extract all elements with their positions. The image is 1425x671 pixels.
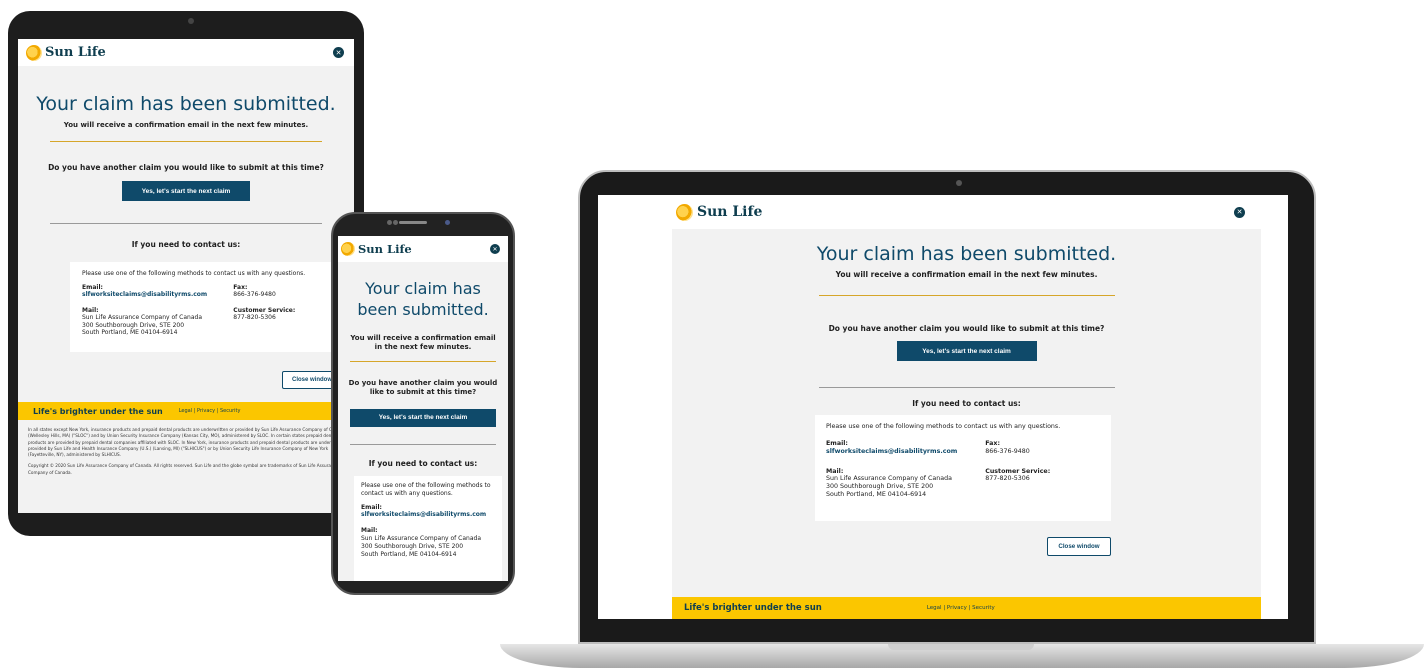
contact-heading: If you need to contact us: [912, 399, 1021, 408]
logo-text: Sun Life [697, 204, 763, 220]
customer-service-label: Customer Service: [985, 467, 1051, 475]
phone-sensor [387, 220, 392, 225]
laptop-base [500, 644, 1424, 668]
customer-service-value: 877-820-5306 [985, 475, 1030, 483]
divider [818, 387, 1115, 388]
laptop-camera [956, 180, 962, 186]
confirmation-section: Your claim has been submitted. You will … [672, 229, 1261, 408]
fax-label: Fax: [233, 283, 248, 291]
sun-life-logo[interactable]: Sun Life [26, 44, 106, 61]
sun-globe-icon [676, 203, 693, 221]
header: Sun Life ✕ [338, 236, 508, 262]
fax-value: 866-376-9480 [233, 291, 276, 298]
customer-service-value: 877-820-5306 [233, 314, 276, 321]
header: Sun Life ✕ [672, 195, 1261, 229]
mail-line: South Portland, ME 04104-6914 [82, 329, 178, 336]
email-link[interactable]: slfworksiteclaims@disabilityrms.com [361, 511, 495, 519]
customer-service-label: Customer Service: [233, 306, 296, 314]
confirmation-section: Your claim has been submitted. You will … [18, 66, 354, 406]
divider [818, 295, 1115, 296]
confirmation-subtitle: You will receive a confirmation email in… [350, 333, 496, 351]
contact-card: Please use one of the following methods … [354, 476, 502, 581]
phone-device: Sun Life ✕ Your claim has been submitted… [331, 212, 515, 595]
mail-label: Mail: [826, 467, 844, 475]
footer-bar: Life's brighter under the sun Legal | Pr… [18, 402, 354, 420]
footer-bar: Life's brighter under the sun Legal | Pr… [672, 597, 1261, 619]
start-next-claim-button[interactable]: Yes, let's start the next claim [122, 181, 250, 201]
logo-text: Sun Life [358, 242, 412, 256]
phone-sensor [393, 220, 398, 225]
mail-line: South Portland, ME 04104-6914 [826, 491, 927, 499]
mail-line: 300 Southborough Drive, STE 200 [826, 483, 934, 491]
email-label: Email: [826, 439, 848, 447]
email-link[interactable]: slfworksiteclaims@disabilityrms.com [826, 448, 975, 456]
another-claim-question: Do you have another claim you would like… [348, 378, 498, 396]
page-title: Your claim has been submitted. [357, 279, 489, 319]
divider [350, 443, 496, 445]
contact-heading: If you need to contact us: [368, 458, 478, 468]
contact-intro: Please use one of the following methods … [361, 482, 491, 497]
email-link[interactable]: slfworksiteclaims@disabilityrms.com [82, 291, 223, 299]
page-title: Your claim has been submitted. [36, 93, 336, 115]
contact-intro: Please use one of the following methods … [82, 270, 306, 277]
divider [350, 360, 496, 362]
divider [50, 223, 322, 224]
close-icon[interactable]: ✕ [333, 47, 344, 58]
tablet-screen: Sun Life ✕ Your claim has been submitted… [18, 39, 354, 513]
fax-label: Fax: [985, 439, 1000, 447]
mail-line: Sun Life Assurance Company of Canada [82, 314, 203, 321]
contact-card: Please use one of the following methods … [815, 415, 1111, 521]
disclaimer-text: In all states except New York, insurance… [28, 427, 352, 458]
confirmation-section: Your claim has been submitted. You will … [338, 262, 508, 468]
tablet-device: Sun Life ✕ Your claim has been submitted… [8, 11, 364, 536]
divider [50, 141, 322, 142]
mail-line: Sun Life Assurance Company of Canada [826, 475, 952, 483]
close-window-button[interactable]: Close window [1047, 537, 1111, 556]
phone-screen: Sun Life ✕ Your claim has been submitted… [338, 236, 508, 581]
sun-life-logo[interactable]: Sun Life [676, 203, 763, 221]
footer-links[interactable]: Legal | Privacy | Security [927, 605, 995, 611]
logo-text: Sun Life [45, 45, 106, 60]
laptop-screen: Sun Life ✕ Your claim has been submitted… [598, 195, 1288, 619]
contact-heading: If you need to contact us: [131, 240, 241, 249]
close-icon[interactable]: ✕ [1234, 206, 1245, 218]
another-claim-question: Do you have another claim you would like… [828, 324, 1105, 333]
mail-line: 300 Southborough Drive, STE 200 [82, 321, 185, 329]
footer-tagline: Life's brighter under the sun [33, 406, 163, 416]
mail-label: Mail: [82, 306, 99, 314]
laptop-hinge-groove [888, 644, 1034, 650]
email-label: Email: [361, 503, 382, 511]
start-next-claim-button[interactable]: Yes, let's start the next claim [350, 408, 496, 427]
footer-tagline: Life's brighter under the sun [684, 603, 822, 613]
mail-label: Mail: [361, 527, 378, 535]
header: Sun Life ✕ [18, 39, 354, 66]
phone-camera [445, 220, 450, 225]
mail-line: South Portland, ME 04104-6914 [361, 550, 457, 558]
page-title: Your claim has been submitted. [816, 243, 1117, 265]
mail-line: 300 Southborough Drive, STE 200 [361, 542, 464, 550]
tablet-camera [188, 18, 194, 24]
fax-value: 866-376-9480 [985, 447, 1030, 455]
close-icon[interactable]: ✕ [490, 244, 500, 254]
another-claim-question: Do you have another claim you would like… [48, 163, 324, 172]
sun-life-logo[interactable]: Sun Life [341, 242, 412, 256]
start-next-claim-button[interactable]: Yes, let's start the next claim [896, 341, 1037, 361]
confirmation-subtitle: You will receive a confirmation email in… [63, 121, 309, 129]
confirmation-subtitle: You will receive a confirmation email in… [835, 270, 1098, 279]
legal-disclaimer: In all states except New York, insurance… [28, 427, 354, 476]
claim-page: Sun Life ✕ Your claim has been submitted… [672, 195, 1261, 619]
email-label: Email: [82, 283, 103, 291]
contact-intro: Please use one of the following methods … [826, 423, 1061, 430]
footer-links[interactable]: Legal | Privacy | Security [179, 408, 241, 414]
sun-globe-icon [341, 242, 355, 256]
phone-speaker [399, 221, 427, 224]
mail-line: Sun Life Assurance Company of Canada [361, 534, 482, 542]
contact-card: Please use one of the following methods … [70, 262, 354, 352]
sun-globe-icon [26, 44, 42, 61]
copyright-text: Copyright © 2020 Sun Life Assurance Comp… [28, 463, 339, 475]
